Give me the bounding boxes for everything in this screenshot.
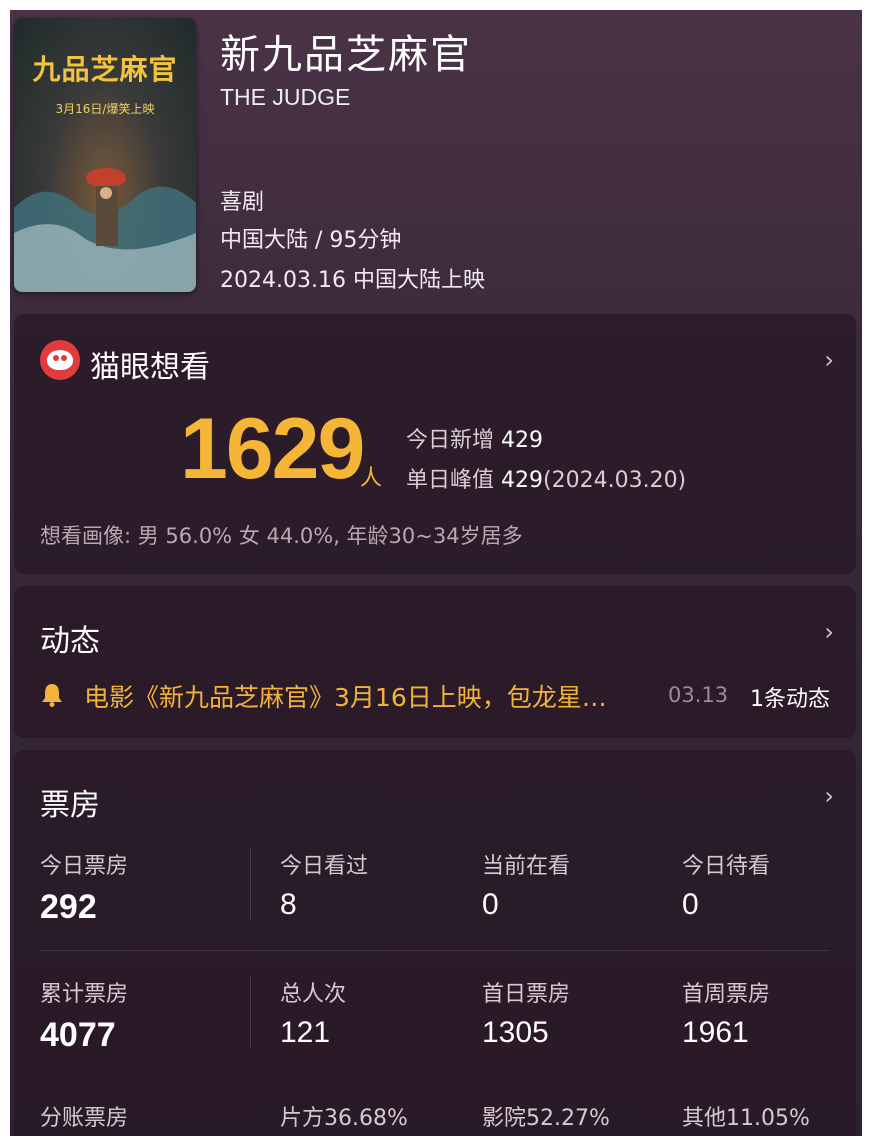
bo-split: 分账票房 (40, 1106, 129, 1131)
movie-region-duration: 中国大陆 / 95分钟 (220, 228, 402, 253)
bo-split-producer: 片方36.68% (280, 1106, 408, 1131)
boxoffice-title: 票房 (40, 788, 100, 823)
bo-first-day: 首日票房 1305 (482, 982, 571, 1049)
bo-first-week: 首周票房 1961 (682, 982, 771, 1049)
want-peak: 单日峰值 429(2024.03.20) (406, 462, 686, 494)
want-peak-label: 单日峰值 (406, 468, 495, 493)
want-today-label: 今日新增 (406, 428, 495, 453)
want-title: 猫眼想看 (90, 350, 210, 385)
divider (250, 976, 251, 1048)
bo-admissions: 总人次 121 (280, 982, 347, 1049)
boxoffice-card[interactable]: 票房 › 今日票房 292 今日看过 8 当前在看 0 今日待看 0 累计票房 … (14, 750, 856, 1136)
bo-watching-now: 当前在看 0 (482, 854, 571, 921)
want-unit: 人 (360, 466, 383, 491)
poster-artwork (14, 168, 196, 292)
chevron-right-icon[interactable]: › (824, 346, 834, 374)
movie-detail-screen: 九品芝麻官 3月16日/爆笑上映 新九品芝麻官 THE JUDGE 喜剧 中国大… (10, 10, 862, 1136)
divider (250, 848, 251, 920)
chevron-right-icon[interactable]: › (824, 618, 834, 646)
want-today: 今日新增 429 (406, 422, 543, 454)
want-today-value: 429 (501, 428, 544, 453)
movie-genre: 喜剧 (220, 190, 265, 215)
news-card[interactable]: 动态 › 电影《新九品芝麻官》3月16日上映，包龙星… 03.13 1条动态 (14, 586, 856, 738)
news-date: 03.13 (668, 683, 729, 707)
bo-today: 今日票房 292 (40, 854, 129, 926)
news-title: 动态 (40, 624, 100, 659)
want-peak-date: (2024.03.20) (543, 468, 687, 493)
want-card[interactable]: 猫眼想看 › 1629 人 今日新增 429 单日峰值 429(2024.03.… (14, 314, 856, 574)
movie-title: 新九品芝麻官 (220, 32, 472, 78)
bo-split-other: 其他11.05% (682, 1106, 810, 1131)
movie-english-title: THE JUDGE (220, 84, 351, 110)
maoyan-cat-icon (40, 340, 80, 380)
divider (40, 950, 830, 951)
bo-watched-today: 今日看过 8 (280, 854, 369, 921)
want-peak-value: 429 (501, 468, 544, 493)
news-count[interactable]: 1条动态 (750, 681, 830, 713)
news-text[interactable]: 电影《新九品芝麻官》3月16日上映，包龙星… (84, 678, 607, 714)
want-count: 1629 (180, 401, 365, 497)
movie-poster[interactable]: 九品芝麻官 3月16日/爆笑上映 (14, 18, 196, 292)
bo-to-watch: 今日待看 0 (682, 854, 771, 921)
bo-split-cinema: 影院52.27% (482, 1106, 610, 1131)
movie-release: 2024.03.16 中国大陆上映 (220, 268, 485, 293)
bo-total: 累计票房 4077 (40, 982, 129, 1054)
bell-icon (40, 682, 64, 714)
chevron-right-icon[interactable]: › (824, 782, 834, 810)
want-portrait: 想看画像: 男 56.0% 女 44.0%, 年龄30~34岁居多 (40, 524, 523, 548)
